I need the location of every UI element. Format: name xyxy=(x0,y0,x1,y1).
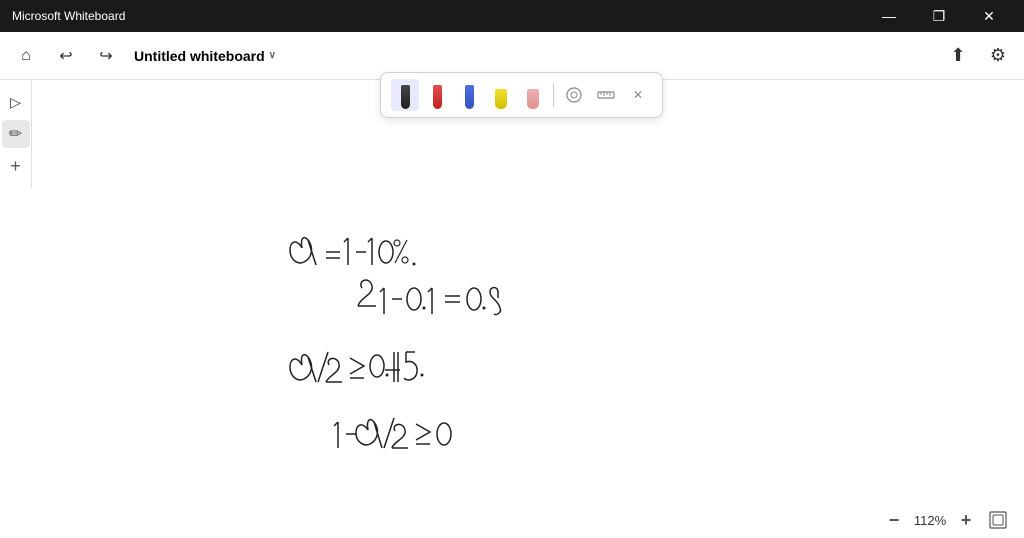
select-tool-button[interactable]: ▷ xyxy=(2,88,30,116)
canvas-area[interactable] xyxy=(32,80,1024,538)
sidebar: ▷ ✏ + xyxy=(0,80,32,188)
titlebar-right: — ❐ ✕ xyxy=(866,0,1012,32)
share-button[interactable]: ⬆ xyxy=(940,38,976,74)
pen-toolbar-close-button[interactable]: ✕ xyxy=(624,81,652,109)
ruler-button[interactable] xyxy=(592,81,620,109)
title-dropdown-icon: ∨ xyxy=(269,50,276,61)
titlebar-left: Microsoft Whiteboard xyxy=(12,9,125,23)
pen-icon: ✏ xyxy=(9,124,22,144)
statusbar: − 112% + xyxy=(868,502,1024,538)
zoom-in-button[interactable]: + xyxy=(952,506,980,534)
zoom-out-icon: − xyxy=(889,510,900,531)
black-pen-button[interactable] xyxy=(391,79,419,111)
eraser-button[interactable] xyxy=(560,81,588,109)
pen-tool-button[interactable]: ✏ xyxy=(2,120,30,148)
titlebar: Microsoft Whiteboard — ❐ ✕ xyxy=(0,0,1024,32)
settings-icon: ⚙ xyxy=(990,45,1006,66)
add-icon: + xyxy=(10,156,21,177)
undo-button[interactable]: ↩ xyxy=(48,38,84,74)
menubar-right: ⬆ ⚙ xyxy=(940,38,1016,74)
share-icon: ⬆ xyxy=(950,45,965,66)
eraser-icon xyxy=(565,86,583,104)
undo-icon: ↩ xyxy=(59,46,72,66)
app-title: Microsoft Whiteboard xyxy=(12,9,125,23)
zoom-level: 112% xyxy=(912,513,948,528)
close-button[interactable]: ✕ xyxy=(966,0,1012,32)
settings-button[interactable]: ⚙ xyxy=(980,38,1016,74)
restore-button[interactable]: ❐ xyxy=(916,0,962,32)
pen-toolbar: ✕ xyxy=(380,72,663,118)
close-icon: ✕ xyxy=(633,88,643,102)
ruler-icon xyxy=(597,86,615,104)
zoom-out-button[interactable]: − xyxy=(880,506,908,534)
redo-button[interactable]: ↪ xyxy=(88,38,124,74)
add-object-button[interactable]: + xyxy=(2,152,30,180)
whiteboard-title-text: Untitled whiteboard xyxy=(134,48,265,64)
toolbar-divider xyxy=(553,83,554,107)
pink-pen-button[interactable] xyxy=(519,79,547,111)
select-icon: ▷ xyxy=(10,94,21,111)
whiteboard-canvas xyxy=(32,80,1024,538)
home-icon: ⌂ xyxy=(21,47,31,65)
yellow-pen-button[interactable] xyxy=(487,79,515,111)
fit-to-screen-button[interactable] xyxy=(984,506,1012,534)
fit-screen-icon xyxy=(989,511,1007,529)
red-pen-button[interactable] xyxy=(423,79,451,111)
redo-icon: ↪ xyxy=(99,46,112,66)
whiteboard-title[interactable]: Untitled whiteboard ∨ xyxy=(128,44,282,68)
minimize-button[interactable]: — xyxy=(866,0,912,32)
zoom-in-icon: + xyxy=(961,510,972,531)
blue-pen-button[interactable] xyxy=(455,79,483,111)
home-button[interactable]: ⌂ xyxy=(8,38,44,74)
